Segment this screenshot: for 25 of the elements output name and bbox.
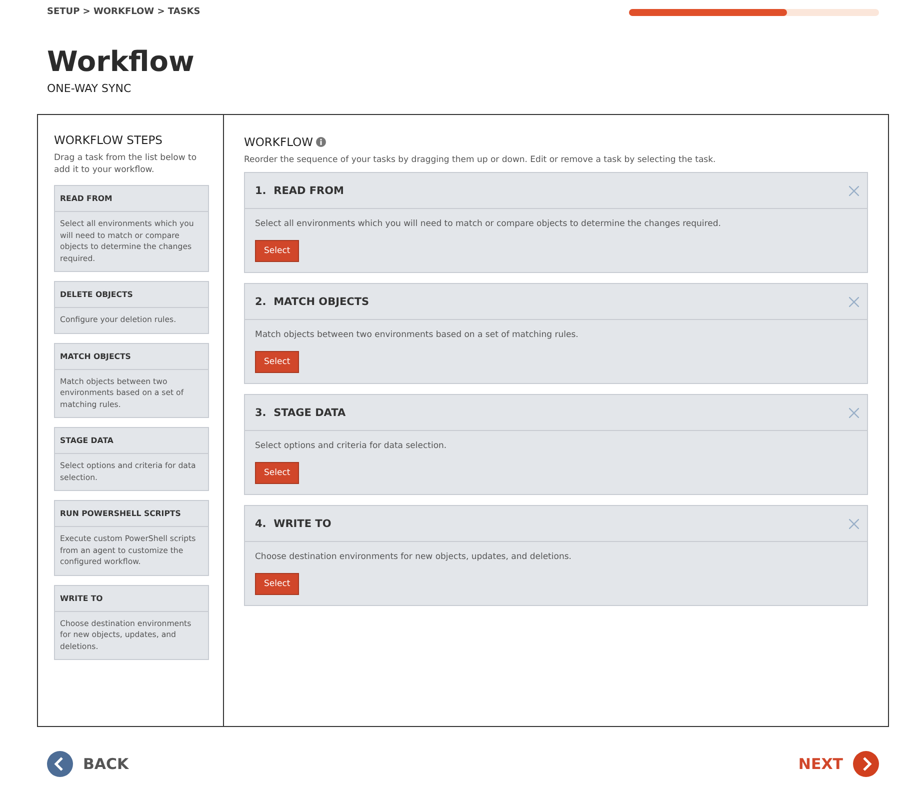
task-description: Select options and criteria for data selection. <box>255 441 448 451</box>
task-card[interactable]: 4. WRITE TO Choose destination environments for new objects, updates, and deletions. Select <box>244 505 868 606</box>
page-subtitle: ONE-WAY SYNC <box>47 82 132 95</box>
back-button[interactable]: BACK <box>47 751 129 777</box>
select-button[interactable]: Select <box>255 573 300 595</box>
task-title: 4. WRITE TO <box>255 518 332 530</box>
task-title: 3. STAGE DATA <box>255 406 346 418</box>
page-title: Workflow <box>47 45 196 78</box>
steps-hint: Drag a task from the list below to add it to your workflow. <box>54 152 198 176</box>
select-button[interactable]: Select <box>255 240 300 262</box>
task-card[interactable]: 2. MATCH OBJECTS Match objects between two environments based on a set of matching rules. Select <box>244 283 868 384</box>
task-description: Choose destination environments for new objects, updates, and deletions. <box>255 552 572 562</box>
task-card[interactable]: 1. READ FROM Select all environments which you will need to match or compare objects to determine the changes required. Select <box>244 172 868 273</box>
next-button[interactable]: NEXT <box>798 751 879 777</box>
task-description: Match objects between two environments based on a set of matching rules. <box>255 330 580 340</box>
breadcrumb: SETUP > WORKFLOW > TASKS <box>47 7 200 17</box>
task-title: 1. READ FROM <box>255 184 344 196</box>
task-description: Select all environments which you will need to match or compare objects to determine the changes required. <box>255 219 722 229</box>
workflow-heading: WORKFLOW <box>244 135 313 149</box>
steps-heading: WORKFLOW STEPS <box>54 133 164 147</box>
workflow-hint: Reorder the sequence of your tasks by dragging them up or down. Edit or remove a task by selecting the task. <box>244 154 717 166</box>
task-title: 2. MATCH OBJECTS <box>255 296 370 308</box>
select-button[interactable]: Select <box>255 462 300 484</box>
task-card[interactable]: 3. STAGE DATA Select options and criteria for data selection. Select <box>244 394 868 495</box>
select-button[interactable]: Select <box>255 351 300 373</box>
